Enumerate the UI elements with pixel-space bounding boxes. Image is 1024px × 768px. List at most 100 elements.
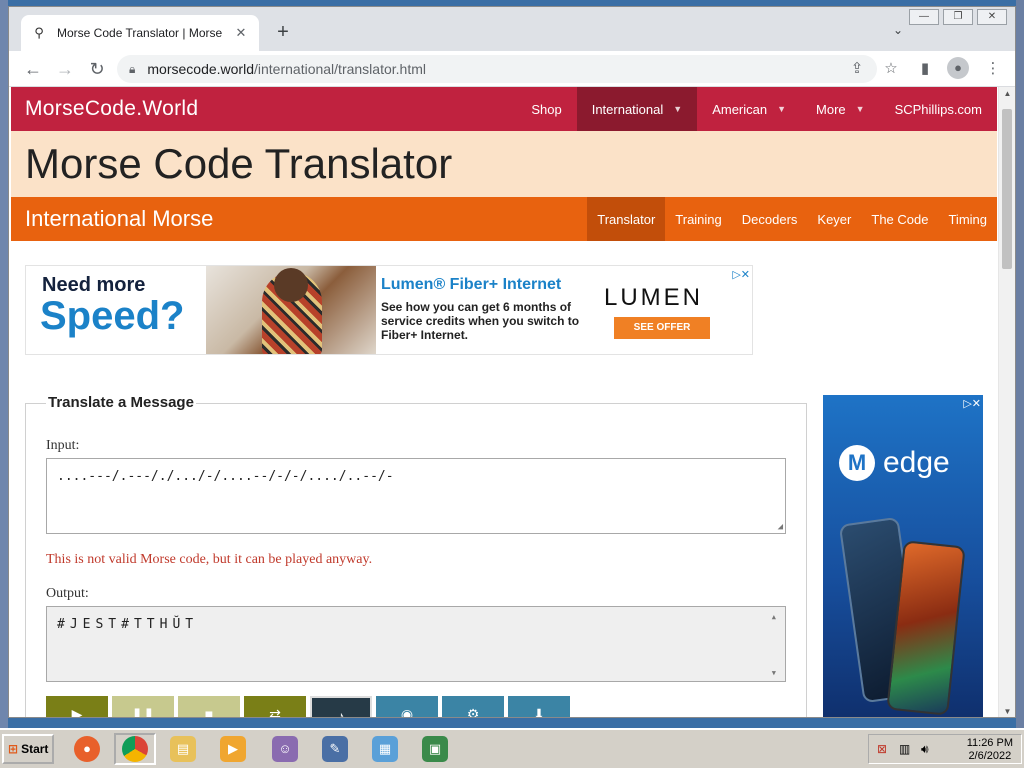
address-bar[interactable]: 🔒︎ morsecode.world/international/transla… bbox=[117, 55, 877, 83]
download-button[interactable]: ⬇ bbox=[508, 696, 570, 717]
tab-strip: ⚲ Morse Code Translator | Morse Code Wor… bbox=[9, 7, 1015, 51]
browser-tab[interactable]: ⚲ Morse Code Translator | Morse Code Wor… bbox=[21, 15, 259, 51]
sidebar-advertisement[interactable]: ▷✕ M edge bbox=[823, 395, 983, 717]
play-button[interactable]: ▶ bbox=[46, 696, 108, 717]
page-title: Morse Code Translator bbox=[25, 140, 453, 187]
ad-side-brand-row: M edge bbox=[839, 445, 950, 481]
network-icon[interactable]: ▥ bbox=[899, 742, 910, 756]
scroll-up-arrow-icon[interactable]: ▲ bbox=[999, 87, 1015, 101]
tab-training[interactable]: Training bbox=[665, 197, 731, 241]
site-brand[interactable]: MorseCode.World bbox=[11, 97, 516, 121]
caret-down-icon: ▼ bbox=[673, 104, 683, 114]
page-scrollbar[interactable]: ▲ ▼ bbox=[998, 87, 1015, 717]
translator-legend: Translate a Message bbox=[46, 394, 196, 411]
sound-button[interactable]: ♪ bbox=[310, 696, 372, 717]
taskbar-chrome[interactable] bbox=[114, 733, 156, 765]
share-icon[interactable]: ⇪ bbox=[845, 57, 869, 81]
firefox-icon: ● bbox=[74, 736, 100, 762]
bookmark-star-icon[interactable]: ☆ bbox=[879, 57, 903, 81]
text-output[interactable]: #JEST#TTHŬT ▲ ▼ bbox=[46, 606, 786, 682]
resize-handle-icon[interactable]: ◢ bbox=[778, 522, 783, 532]
nav-american[interactable]: American ▼ bbox=[697, 87, 801, 131]
morse-input[interactable]: ....---/.---/./.../-/....--/-/-/..../..-… bbox=[46, 458, 786, 534]
tab-decoders[interactable]: Decoders bbox=[732, 197, 808, 241]
ad-side-brand: edge bbox=[883, 446, 950, 479]
paint-icon: ✎ bbox=[322, 736, 348, 762]
tab-title: Morse Code Translator | Morse Code World bbox=[57, 26, 223, 40]
scroll-down-arrow-icon[interactable]: ▼ bbox=[999, 705, 1015, 717]
playback-controls: ▶ ❚❚ ■ ⇄ ♪ ◉ ⚙ ⬇ bbox=[46, 696, 570, 717]
scroll-down-icon[interactable]: ▼ bbox=[772, 669, 781, 677]
section-nav: International Morse Translator Training … bbox=[11, 197, 997, 241]
taskbar-display[interactable]: ▣ bbox=[414, 733, 456, 765]
nav-label: More bbox=[816, 101, 846, 117]
control-panel-icon: ▦ bbox=[372, 736, 398, 762]
display-icon: ▣ bbox=[422, 736, 448, 762]
restore-button[interactable]: ❐ bbox=[943, 9, 973, 25]
desktop-right-edge bbox=[1016, 0, 1024, 728]
system-tray: ⊠ ▥ 🔊︎ 11:26 PM 2/6/2022 bbox=[868, 734, 1022, 764]
tab-search-chevron-icon[interactable]: ⌄ bbox=[893, 23, 903, 37]
clock-date: 2/6/2022 bbox=[968, 750, 1012, 762]
volume-icon[interactable]: 🔊︎ bbox=[921, 742, 929, 757]
photos-icon: ☺ bbox=[272, 736, 298, 762]
minimize-button[interactable]: — bbox=[909, 9, 939, 25]
repeat-button[interactable]: ⇄ bbox=[244, 696, 306, 717]
main-nav: Shop International ▼ American ▼ More ▼ SCPh… bbox=[516, 87, 997, 131]
pause-button[interactable]: ❚❚ bbox=[112, 696, 174, 717]
caret-down-icon: ▼ bbox=[855, 104, 865, 114]
scroll-up-icon[interactable]: ▲ bbox=[772, 613, 781, 621]
validation-warning: This is not valid Morse code, but it can… bbox=[46, 552, 373, 567]
taskbar-paint[interactable]: ✎ bbox=[314, 733, 356, 765]
nav-label: Shop bbox=[531, 101, 562, 117]
tab-close-icon[interactable]: ✕ bbox=[233, 25, 249, 41]
tab-translator[interactable]: Translator bbox=[587, 197, 666, 241]
window-controls: — ❐ ✕ bbox=[909, 9, 1007, 25]
nav-shop[interactable]: Shop bbox=[516, 87, 576, 131]
scroll-thumb[interactable] bbox=[1002, 109, 1012, 269]
stop-button[interactable]: ■ bbox=[178, 696, 240, 717]
taskbar-explorer[interactable]: ▤ bbox=[162, 733, 204, 765]
back-arrow-icon[interactable]: ← bbox=[21, 57, 45, 81]
tab-keyer[interactable]: Keyer bbox=[807, 197, 861, 241]
ad-logo: LUMEN bbox=[604, 284, 704, 311]
browser-window: ⚲ Morse Code Translator | Morse Code Wor… bbox=[8, 6, 1016, 718]
taskbar-media[interactable]: ▶ bbox=[212, 733, 254, 765]
site-favicon-icon: ⚲ bbox=[34, 25, 44, 40]
ad-cta-button[interactable]: SEE OFFER bbox=[614, 317, 710, 339]
nav-international[interactable]: International ▼ bbox=[576, 87, 698, 131]
tab-the-code[interactable]: The Code bbox=[861, 197, 938, 241]
reload-icon[interactable]: ↻ bbox=[85, 57, 109, 81]
page-viewport: MorseCode.World Shop International ▼ Amer… bbox=[9, 87, 999, 717]
start-button[interactable]: ⊞ Start bbox=[2, 734, 54, 764]
text-output-value: #JEST#TTHŬT bbox=[57, 617, 199, 632]
profile-button[interactable]: ● bbox=[947, 57, 971, 81]
start-label: Start bbox=[21, 742, 49, 756]
ad-speed-text: Speed? bbox=[40, 294, 185, 338]
adchoices-icon[interactable]: ▷✕ bbox=[963, 397, 981, 410]
nav-scphillips[interactable]: SCPhillips.com bbox=[880, 87, 997, 131]
morse-input-value: ....---/.---/./.../-/....--/-/-/..../..-… bbox=[57, 469, 394, 484]
nav-more[interactable]: More ▼ bbox=[801, 87, 880, 131]
caret-down-icon: ▼ bbox=[777, 104, 787, 114]
menu-kebab-icon[interactable]: ⋮ bbox=[981, 57, 1005, 81]
taskbar-control-panel[interactable]: ▦ bbox=[364, 733, 406, 765]
network-error-icon[interactable]: ⊠ bbox=[877, 742, 887, 756]
tab-timing[interactable]: Timing bbox=[938, 197, 997, 241]
settings-button[interactable]: ⚙ bbox=[442, 696, 504, 717]
taskbar-photos[interactable]: ☺ bbox=[264, 733, 306, 765]
browser-toolbar: ← → ↻ 🔒︎ morsecode.world/international/t… bbox=[9, 51, 1015, 87]
avatar-icon: ● bbox=[947, 57, 969, 79]
new-tab-button[interactable]: + bbox=[271, 21, 295, 45]
adchoices-icon[interactable]: ▷✕ bbox=[732, 268, 750, 281]
clock[interactable]: 11:26 PM 2/6/2022 bbox=[967, 737, 1013, 763]
clock-time: 11:26 PM bbox=[966, 737, 1013, 749]
taskbar-firefox[interactable]: ● bbox=[66, 733, 108, 765]
nav-label: American bbox=[712, 101, 768, 117]
close-window-button[interactable]: ✕ bbox=[977, 9, 1007, 25]
light-button[interactable]: ◉ bbox=[376, 696, 438, 717]
side-panel-icon[interactable]: ▮ bbox=[913, 57, 937, 81]
chrome-icon bbox=[122, 736, 148, 762]
banner-advertisement[interactable]: Need more Speed? Lumen® Fiber+ Internet … bbox=[25, 265, 753, 355]
forward-arrow-icon[interactable]: → bbox=[53, 57, 77, 81]
